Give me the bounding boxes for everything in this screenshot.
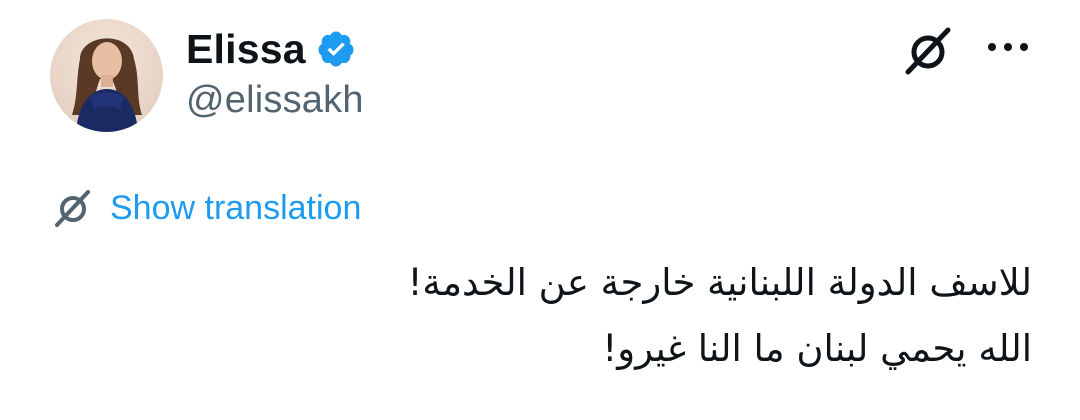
tweet-text: للاسف الدولة اللبنانية خارجة عن الخدمة! …	[132, 250, 1032, 382]
grok-icon	[55, 190, 90, 227]
tweet-line: للاسف الدولة اللبنانية خارجة عن الخدمة!	[407, 261, 1032, 304]
avatar[interactable]	[50, 19, 163, 132]
author-handle[interactable]: @elissakh	[186, 79, 364, 122]
grok-button[interactable]	[898, 20, 958, 80]
tweet-line: الله يحمي لبنان ما النا غيرو!	[602, 327, 1032, 370]
more-horizontal-icon	[988, 43, 1028, 51]
show-translation-label[interactable]: Show translation	[110, 191, 361, 225]
show-translation-button[interactable]: Show translation	[50, 186, 361, 230]
tweet-card: Elissa @elissakh Show translation للاسف …	[0, 0, 1080, 420]
more-options-button[interactable]	[986, 32, 1030, 62]
author-display-name[interactable]: Elissa	[186, 28, 306, 70]
verified-badge-icon[interactable]	[316, 29, 356, 69]
grok-icon	[905, 27, 951, 75]
profile-photo	[72, 38, 142, 132]
author-name-row: Elissa	[186, 24, 356, 74]
